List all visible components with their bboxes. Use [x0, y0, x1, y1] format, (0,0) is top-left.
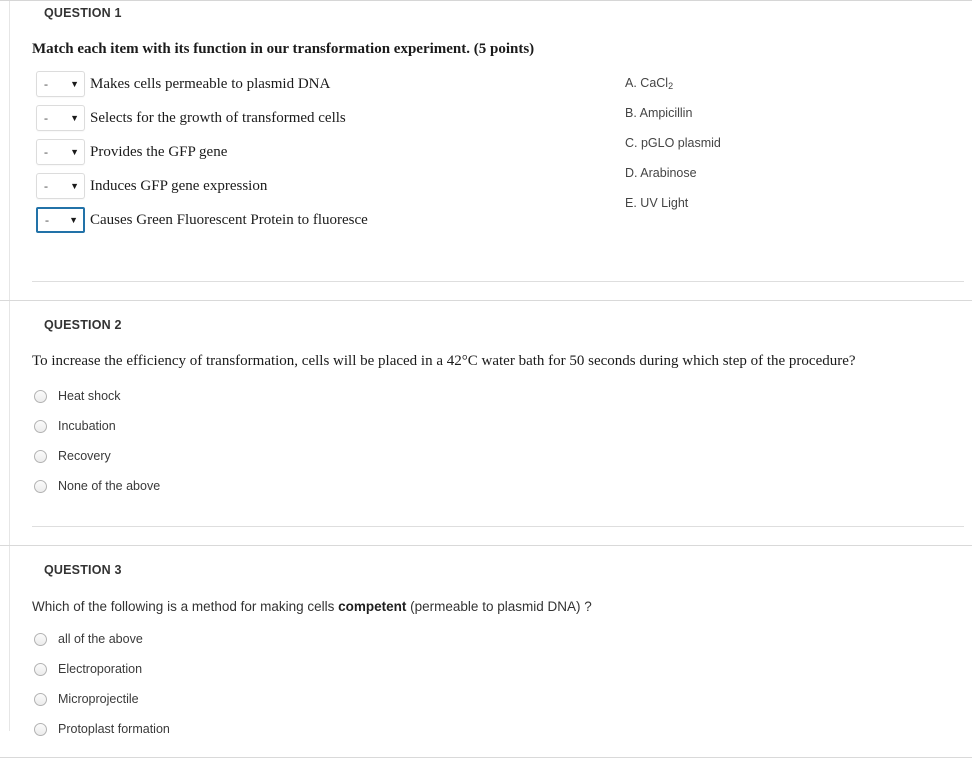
- radio-icon[interactable]: [34, 449, 47, 463]
- answer-key-text-e: UV Light: [640, 196, 689, 210]
- match-select-3-value: -: [44, 144, 48, 159]
- question-1-header: QUESTION 1: [44, 6, 122, 20]
- option-label: all of the above: [58, 632, 143, 646]
- chevron-down-icon: ▼: [70, 180, 79, 191]
- answer-key-letter-d: D.: [625, 166, 638, 180]
- radio-icon[interactable]: [34, 389, 47, 403]
- question-2-header: QUESTION 2: [44, 318, 122, 332]
- answer-key-sub-a: 2: [668, 81, 674, 91]
- answer-key-letter-c: C.: [625, 136, 638, 150]
- option-row[interactable]: all of the above: [0, 624, 972, 654]
- answer-key-letter-b: B.: [625, 106, 637, 120]
- match-label-3: Provides the GFP gene: [90, 143, 228, 160]
- radio-icon[interactable]: [34, 662, 47, 676]
- option-row[interactable]: Electroporation: [0, 654, 972, 684]
- radio-icon[interactable]: [34, 632, 47, 646]
- answer-key-item: D. Arabinose: [625, 158, 875, 188]
- question-2-options: Heat shock Incubation Recovery None of t…: [0, 370, 972, 501]
- answer-key-text-d: Arabinose: [640, 166, 697, 180]
- match-label-5: Causes Green Fluorescent Protein to fluo…: [90, 211, 368, 228]
- matching-area: - ▼ Makes cells permeable to plasmid DNA…: [0, 58, 972, 237]
- radio-icon[interactable]: [34, 479, 47, 493]
- option-row[interactable]: None of the above: [0, 471, 972, 501]
- question-block-2: QUESTION 2 To increase the efficiency of…: [0, 301, 972, 546]
- question-1-inset-rule: [32, 281, 964, 282]
- answer-key-item: A. CaCl2: [625, 68, 875, 98]
- answer-key-item: E. UV Light: [625, 188, 875, 218]
- answer-key-letter-a: A.: [625, 76, 637, 90]
- quiz-page: QUESTION 1 Match each item with its func…: [0, 0, 972, 758]
- option-row[interactable]: Heat shock: [0, 381, 972, 411]
- chevron-down-icon: ▼: [70, 112, 79, 123]
- answer-key-item: C. pGLO plasmid: [625, 128, 875, 158]
- radio-icon[interactable]: [34, 692, 47, 706]
- option-row[interactable]: Incubation: [0, 411, 972, 441]
- answer-key-text-c: pGLO plasmid: [640, 136, 721, 150]
- radio-icon[interactable]: [34, 722, 47, 736]
- match-label-1: Makes cells permeable to plasmid DNA: [90, 75, 331, 92]
- option-label: Heat shock: [58, 389, 121, 403]
- question-2-prompt: To increase the efficiency of transforma…: [32, 353, 856, 369]
- question-3-prompt: Which of the following is a method for m…: [0, 577, 972, 614]
- match-select-4[interactable]: - ▼: [36, 173, 85, 199]
- option-row[interactable]: Microprojectile: [0, 684, 972, 714]
- option-label: Protoplast formation: [58, 722, 170, 736]
- option-label: Microprojectile: [58, 692, 139, 706]
- question-block-1: QUESTION 1 Match each item with its func…: [0, 1, 972, 301]
- chevron-down-icon: ▼: [70, 146, 79, 157]
- option-label: None of the above: [58, 479, 161, 493]
- option-label: Incubation: [58, 419, 116, 433]
- match-label-4: Induces GFP gene expression: [90, 177, 268, 194]
- answer-key-text-a: CaCl: [640, 76, 669, 90]
- answer-key-list: A. CaCl2 B. Ampicillin C. pGLO plasmid D…: [625, 68, 875, 218]
- chevron-down-icon: ▼: [70, 78, 79, 89]
- match-select-5-value: -: [45, 212, 49, 227]
- question-3-prompt-after: (permeable to plasmid DNA) ?: [406, 599, 592, 614]
- chevron-down-icon: ▼: [69, 214, 78, 225]
- question-1-prompt: Match each item with its function in our…: [32, 41, 535, 57]
- match-select-2[interactable]: - ▼: [36, 105, 85, 131]
- answer-key-letter-e: E.: [625, 196, 637, 210]
- match-select-2-value: -: [44, 110, 48, 125]
- question-3-options: all of the above Electroporation Micropr…: [0, 614, 972, 744]
- question-3-prompt-bold: competent: [338, 599, 407, 614]
- match-select-1[interactable]: - ▼: [36, 71, 85, 97]
- match-select-1-value: -: [44, 76, 48, 91]
- answer-key-item: B. Ampicillin: [625, 98, 875, 128]
- match-select-4-value: -: [44, 178, 48, 193]
- question-block-3: QUESTION 3 Which of the following is a m…: [0, 546, 972, 758]
- radio-icon[interactable]: [34, 419, 47, 433]
- match-select-5[interactable]: - ▼: [36, 207, 85, 233]
- option-row[interactable]: Recovery: [0, 441, 972, 471]
- match-select-3[interactable]: - ▼: [36, 139, 85, 165]
- option-label: Electroporation: [58, 662, 143, 676]
- option-row[interactable]: Protoplast formation: [0, 714, 972, 744]
- option-label: Recovery: [58, 449, 111, 463]
- match-label-2: Selects for the growth of transformed ce…: [90, 109, 346, 126]
- question-2-inset-rule: [32, 526, 964, 527]
- question-3-header: QUESTION 3: [44, 563, 122, 577]
- answer-key-text-b: Ampicillin: [639, 106, 693, 120]
- question-3-prompt-before: Which of the following is a method for m…: [32, 599, 339, 614]
